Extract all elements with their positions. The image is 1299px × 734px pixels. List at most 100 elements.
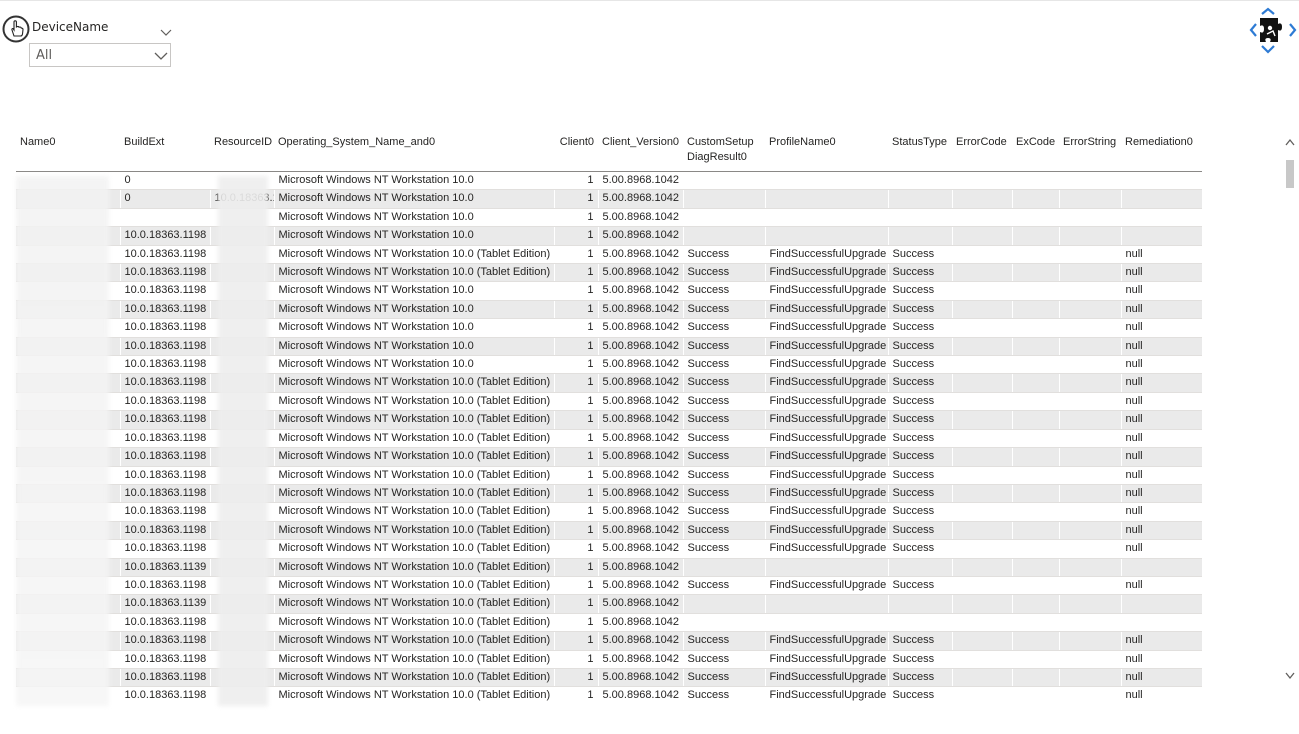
table-cell: 1 [554,686,599,704]
table-cell: FindSuccessfulUpgrade [765,245,889,265]
column-header[interactable]: StatusType [888,132,952,172]
table-row[interactable]: 10.0.18363.1198 Microsoft Windows NT Work… [16,576,1202,596]
table-row[interactable]: 10.0.18363.1198 Microsoft Windows NT Work… [16,484,1202,504]
table-cell [952,650,1013,669]
table-cell: FindSuccessfulUpgrade [765,631,889,651]
table-cell: 5.00.8968.1042 [598,594,684,614]
table-cell [1012,373,1060,393]
table-row[interactable]: 10.0.18363.1139 Microsoft Windows NT Work… [16,558,1202,577]
slicer-dropdown[interactable]: All [29,43,171,67]
table-row[interactable]: 10.0.18363.1198 Microsoft Windows NT Work… [16,281,1202,301]
table-row[interactable]: 10.0.18363.1198 Microsoft Windows NT Work… [16,300,1202,320]
table-row[interactable]: 10.0.18363.1198 Microsoft Windows NT Work… [16,373,1202,393]
scroll-thumb[interactable] [1286,160,1294,188]
column-header[interactable]: Operating_System_Name_and0 [274,132,554,172]
table-cell: null [1121,466,1202,485]
column-header[interactable]: ErrorCode [952,132,1012,172]
table-scrollbar[interactable] [1283,134,1297,686]
table-cell: 1 [554,189,599,209]
table-cell: 1 [554,281,599,301]
table-cell: FindSuccessfulUpgrade [765,281,889,301]
table-row[interactable]: 10.0.18363.1198 Microsoft Windows NT Work… [16,410,1202,430]
table-cell: Success [888,337,953,357]
table-cell [1059,189,1122,209]
table-cell [1012,594,1060,614]
chevron-down-icon[interactable] [160,29,172,37]
table-cell: 5.00.8968.1042 [598,631,684,651]
table-cell: Success [683,650,766,669]
table-cell: Microsoft Windows NT Workstation 10.0 (T… [274,484,555,504]
table-cell: 10.0.18363.1198 [120,410,211,430]
chevron-up-icon[interactable] [1285,138,1295,146]
table-cell [1012,484,1060,504]
table-row[interactable]: 10.0.18363.1198 Microsoft Windows NT Work… [16,263,1202,283]
table-cell: FindSuccessfulUpgrade [765,686,889,704]
table-cell: 5.00.8968.1042 [598,245,684,265]
table-cell: 10.0.18363.1198 [120,355,211,375]
table-cell [1012,281,1060,301]
column-header[interactable]: BuildExt [120,132,210,172]
table-cell: Success [888,318,953,338]
table-cell: null [1121,429,1202,449]
table-cell [1012,466,1060,485]
table-cell [888,558,953,577]
table-row[interactable]: 10.0.18363.1198 Microsoft Windows NT Work… [16,539,1202,559]
column-header[interactable]: Client0 [554,132,598,172]
table-cell: Microsoft Windows NT Workstation 10.0 [274,171,555,191]
table-row[interactable]: 10.0.18363.1198 Microsoft Windows NT Work… [16,613,1202,633]
table-cell: Success [888,484,953,504]
table-row[interactable]: Microsoft Windows NT Workstation 10.0 1 5.… [16,208,1202,228]
table-row[interactable]: 10.0.18363.1198 Microsoft Windows NT Work… [16,650,1202,669]
table-cell: Success [683,245,766,265]
table-row[interactable]: 10.0.18363.1198 Microsoft Windows NT Work… [16,429,1202,449]
table-row[interactable]: 10.0.18363.1198 Microsoft Windows NT Work… [16,686,1202,704]
table-row[interactable]: 10.0.18363.1198 Microsoft Windows NT Work… [16,392,1202,412]
table-row[interactable]: 10.0.18363.1198 Microsoft Windows NT Work… [16,447,1202,467]
table-cell: Success [683,300,766,320]
column-header[interactable]: Name0 [16,132,120,172]
slicer-title: DeviceName [32,20,109,34]
table-cell: Success [683,263,766,283]
table-row[interactable]: 10.0.18363.1198 Microsoft Windows NT Work… [16,355,1202,375]
table-row[interactable]: 10.0.18363.1198 Microsoft Windows NT Work… [16,337,1202,357]
table-row[interactable]: 10.0.18363.1198 Microsoft Windows NT Work… [16,631,1202,651]
table-cell: 5.00.8968.1042 [598,355,684,375]
table-row[interactable]: 10.0.18363.1198 Microsoft Windows NT Work… [16,521,1202,541]
column-header[interactable]: CustomSetup DiagResult0 [683,132,765,172]
table-cell: Microsoft Windows NT Workstation 10.0 [274,281,555,301]
table-cell [1012,410,1060,430]
table-cell [1121,171,1202,191]
table-row[interactable]: 10.0.18363.1198 Microsoft Windows NT Work… [16,226,1202,246]
table-cell: 5.00.8968.1042 [598,281,684,301]
table-cell [1012,502,1060,522]
table-cell: 1 [554,668,599,688]
table-cell [765,226,889,246]
hand-pointer-icon[interactable] [2,15,30,43]
table-cell: Success [888,686,953,704]
table-row[interactable]: 10.0.18363.1198 Microsoft Windows NT Work… [16,318,1202,338]
table-cell: Microsoft Windows NT Workstation 10.0 (T… [274,429,555,449]
table-cell [1012,263,1060,283]
table-row[interactable]: 10.0.18363.1198 Microsoft Windows NT Work… [16,668,1202,688]
table-cell: 1 [554,502,599,522]
table-cell: 10.0.18363.1198 [120,318,211,338]
table-row[interactable]: 10.0.18363.1198 Microsoft Windows NT Work… [16,245,1202,265]
table-cell: 1 [554,373,599,393]
table-row[interactable]: 10.0.18363.1198 Microsoft Windows NT Work… [16,502,1202,522]
table-row[interactable]: 0 Microsoft Windows NT Workstation 10.0 1 5… [16,171,1202,191]
column-header[interactable]: ResourceID [210,132,274,172]
chevron-down-icon[interactable] [1285,672,1295,680]
table-cell: Success [683,337,766,357]
table-row[interactable]: 10.0.18363.1139 Microsoft Windows NT Work… [16,594,1202,614]
table-cell: Success [683,410,766,430]
table-cell: FindSuccessfulUpgrade [765,650,889,669]
table-cell: FindSuccessfulUpgrade [765,447,889,467]
column-header[interactable]: Remediation0 [1121,132,1202,172]
column-header[interactable]: ExCode [1012,132,1059,172]
column-header[interactable]: ProfileName0 [765,132,888,172]
table-cell: 10.0.18363.1198 [120,613,211,633]
column-header[interactable]: Client_Version0 [598,132,683,172]
table-row[interactable]: 010.0.18363.1198Microsoft Windows NT Wor… [16,189,1202,209]
column-header[interactable]: ErrorString [1059,132,1121,172]
table-row[interactable]: 10.0.18363.1198 Microsoft Windows NT Work… [16,466,1202,485]
